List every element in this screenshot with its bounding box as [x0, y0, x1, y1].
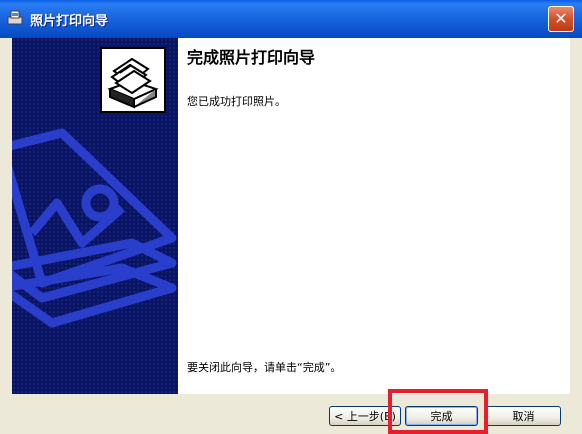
wizard-content-panel: 完成照片打印向导 您已成功打印照片。 要关闭此向导，请单击“完成”。	[12, 38, 570, 394]
close-icon: ✕	[554, 9, 568, 28]
cancel-button[interactable]: 取消	[486, 406, 561, 426]
highlight-box	[388, 389, 488, 434]
printer-icon	[7, 10, 23, 25]
window-title: 照片打印向导	[30, 14, 109, 29]
wizard-side-banner	[12, 38, 178, 394]
wizard-window: 照片打印向导 ✕ 完成照片打印向导 您已成功打印照片。 要关闭此向导，请单击“完…	[0, 0, 582, 434]
wizard-heading: 完成照片打印向导	[187, 48, 316, 67]
art-sun-circle	[81, 184, 119, 222]
close-button[interactable]: ✕	[548, 6, 574, 32]
success-message: 您已成功打印照片。	[187, 95, 286, 108]
title-bar[interactable]: 照片打印向导 ✕	[0, 0, 582, 38]
wizard-printer-icon	[100, 47, 166, 113]
close-instruction: 要关闭此向导，请单击“完成”。	[187, 361, 342, 374]
art-layer-1	[12, 128, 177, 288]
